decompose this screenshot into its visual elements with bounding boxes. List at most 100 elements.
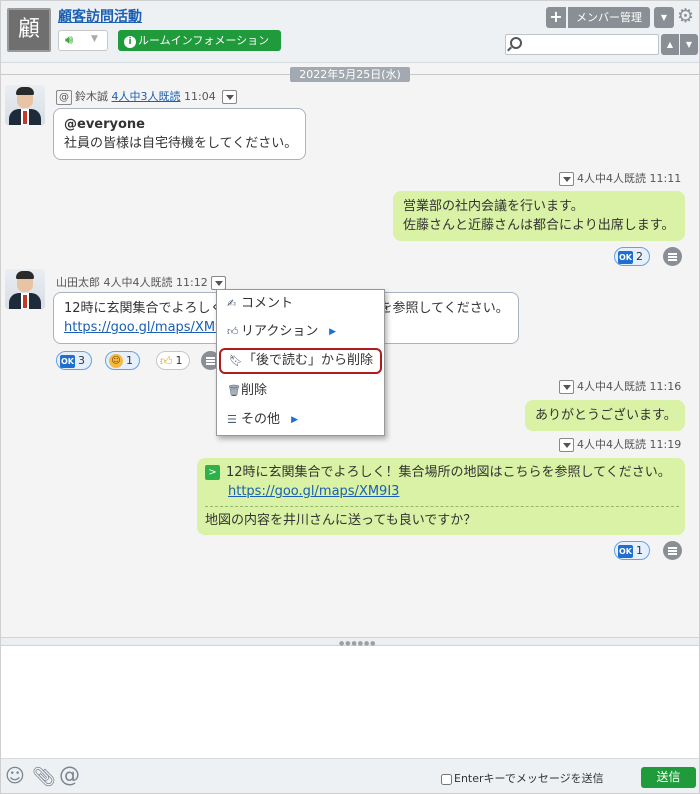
enter-to-send-label: Enterキーでメッセージを送信 (454, 772, 604, 785)
message-menu-button[interactable] (559, 438, 574, 452)
bookmark-icon: 🔖︎ (229, 354, 243, 367)
menu-item-label: リアクション (241, 324, 319, 339)
read-status[interactable]: 4人中4人既読 (104, 276, 173, 289)
message-text: 営業部の社内会議を行います。 (403, 199, 584, 214)
trash-icon: 🗑︎ (227, 384, 241, 397)
thumbs-up-icon: 👍︎ (227, 325, 239, 338)
message-time: 11:19 (649, 438, 682, 451)
message-bubble[interactable]: 営業部の社内会議を行います。 佐藤さんと近藤さんは都合により出席します。 (393, 191, 685, 241)
room-title[interactable]: 顧客訪問活動 (58, 6, 142, 26)
menu-item-label: 削除 (241, 383, 268, 398)
read-status[interactable]: 4人中4人既読 (577, 380, 646, 393)
member-manage-button[interactable]: メンバー管理 (568, 7, 650, 28)
mention-text: @everyone (64, 117, 145, 132)
reaction-ok-pill[interactable]: OK 3 (56, 351, 92, 370)
sender-name[interactable]: 山田太郎 (56, 276, 100, 289)
reaction-count: 1 (636, 544, 643, 557)
message-meta: 4人中4人既読 11:11 (556, 170, 681, 186)
search-input[interactable] (528, 37, 656, 52)
smile-icon[interactable]: ☺ (5, 765, 25, 787)
reaction-ok-pill[interactable]: OK 1 (614, 541, 650, 560)
at-icon[interactable]: @ (59, 763, 80, 787)
resize-handle[interactable]: ●●●●●● (1, 637, 699, 647)
info-icon: i (124, 36, 136, 48)
menu-item-label: コメント (241, 296, 294, 311)
send-button[interactable]: 送信 (641, 767, 696, 788)
search-icon (510, 37, 522, 49)
message-menu-button[interactable] (222, 90, 238, 104)
read-status[interactable]: 4人中4人既読 (577, 438, 646, 451)
chat-window: 顧 顧客訪問活動 🔊︎ ▼ i ルームインフォメーション + メンバー管理 ▼ ⚙… (0, 0, 700, 794)
sender-name[interactable]: 鈴木誠 (75, 90, 108, 103)
sound-toggle-button[interactable]: 🔊︎ ▼ (58, 30, 108, 51)
plus-icon: + (549, 7, 563, 26)
speaker-icon: 🔊︎ (65, 33, 74, 48)
message-menu-button[interactable] (559, 380, 574, 394)
reaction-ok-pill[interactable]: OK 2 (614, 247, 650, 266)
ok-reaction-icon: OK (618, 544, 633, 558)
map-link[interactable]: https://goo.gl/maps/XM9I3 (228, 484, 399, 499)
add-member-button[interactable]: + (546, 7, 566, 28)
quote-icon: > (205, 465, 220, 480)
enter-to-send-option[interactable]: Enterキーでメッセージを送信 (441, 770, 604, 786)
message-meta: 山田太郎 4人中4人既読 11:12 (56, 274, 229, 290)
message-bubble[interactable]: ありがとうございます。 (525, 400, 685, 431)
message-context-menu: ✍ コメント 👍︎ リアクション ▶ 🔖︎「後で読む」から削除 🗑︎削除 ☰ その他 … (216, 289, 385, 436)
avatar[interactable] (5, 269, 45, 309)
gear-icon[interactable]: ⚙ (677, 5, 694, 27)
list-icon: ☰ (227, 413, 237, 426)
ok-reaction-icon: OK (60, 354, 75, 368)
reaction-thumb-pill[interactable]: 👍︎ 1 (156, 351, 190, 370)
chevron-right-icon: ▶ (291, 415, 298, 425)
menu-item-comment[interactable]: ✍ コメント (217, 291, 384, 317)
menu-item-more[interactable]: ☰ その他 ▶ (217, 407, 384, 433)
message-time: 11:04 (184, 90, 216, 103)
mention-icon: @ (56, 89, 72, 105)
menu-item-remove-read-later[interactable]: 🔖︎「後で読む」から削除 (219, 348, 382, 374)
chevron-down-icon: ▼ (685, 40, 693, 49)
menu-item-delete[interactable]: 🗑︎削除 (217, 378, 384, 404)
read-status-link[interactable]: 4人中3人既読 (112, 90, 181, 103)
chevron-down-icon: ▼ (91, 34, 98, 44)
menu-item-reaction[interactable]: 👍︎ リアクション ▶ (217, 319, 384, 345)
message-time: 11:12 (176, 276, 208, 289)
room-header: 顧 顧客訪問活動 🔊︎ ▼ i ルームインフォメーション + メンバー管理 ▼ ⚙… (1, 1, 699, 63)
room-avatar: 顧 (7, 8, 51, 52)
comment-icon: ✍ (227, 297, 237, 310)
message-text: 社員の皆様は自宅待機をしてください。 (64, 136, 298, 151)
reaction-count: 2 (636, 250, 643, 263)
thumbs-up-icon: 👍︎ (160, 353, 173, 368)
reaction-smile-pill[interactable]: ☺ 1 (105, 351, 140, 370)
member-menu-button[interactable]: ▼ (654, 7, 674, 28)
search-prev-button[interactable]: ▲ (661, 34, 679, 55)
quoted-text: 12時に玄関集合でよろしく！集合場所の地図はこちらを参照してください。 (226, 465, 671, 480)
chevron-right-icon: ▶ (329, 327, 336, 337)
message-bubble[interactable]: @everyone 社員の皆様は自宅待機をしてください。 (53, 108, 306, 160)
map-link[interactable]: https://goo.gl/maps/XM9I3 (64, 320, 235, 335)
message-text: ありがとうございます。 (535, 408, 677, 423)
message-menu-button[interactable] (559, 172, 574, 186)
quote-divider (205, 506, 679, 507)
room-info-label: ルームインフォメーション (138, 34, 270, 47)
message-actions-button[interactable] (663, 247, 682, 266)
room-info-button[interactable]: i ルームインフォメーション (118, 30, 281, 51)
paperclip-icon[interactable]: 📎︎ (32, 765, 56, 788)
chevron-down-icon: ▼ (660, 13, 668, 22)
date-divider: 2022年5月25日(水) (290, 67, 410, 82)
quote-message-bubble[interactable]: >12時に玄関集合でよろしく！集合場所の地図はこちらを参照してください。 htt… (197, 458, 685, 535)
message-time: 11:16 (649, 380, 682, 393)
avatar[interactable] (5, 85, 45, 125)
composer-footer: ☺ 📎︎ @ Enterキーでメッセージを送信 送信 (1, 758, 699, 793)
ok-reaction-icon: OK (618, 250, 633, 264)
message-meta: @ 鈴木誠 4人中3人既読 11:04 (56, 88, 240, 105)
read-status[interactable]: 4人中4人既読 (577, 172, 646, 185)
search-box (505, 34, 659, 55)
menu-item-label: その他 (241, 412, 281, 427)
message-text: 地図の内容を井川さんに送っても良いですか？ (205, 513, 477, 528)
message-input[interactable] (1, 646, 699, 758)
reaction-count: 1 (175, 354, 183, 367)
enter-to-send-checkbox[interactable] (441, 773, 452, 785)
message-menu-button[interactable] (210, 276, 226, 290)
search-next-button[interactable]: ▼ (680, 34, 698, 55)
message-actions-button[interactable] (663, 541, 682, 560)
